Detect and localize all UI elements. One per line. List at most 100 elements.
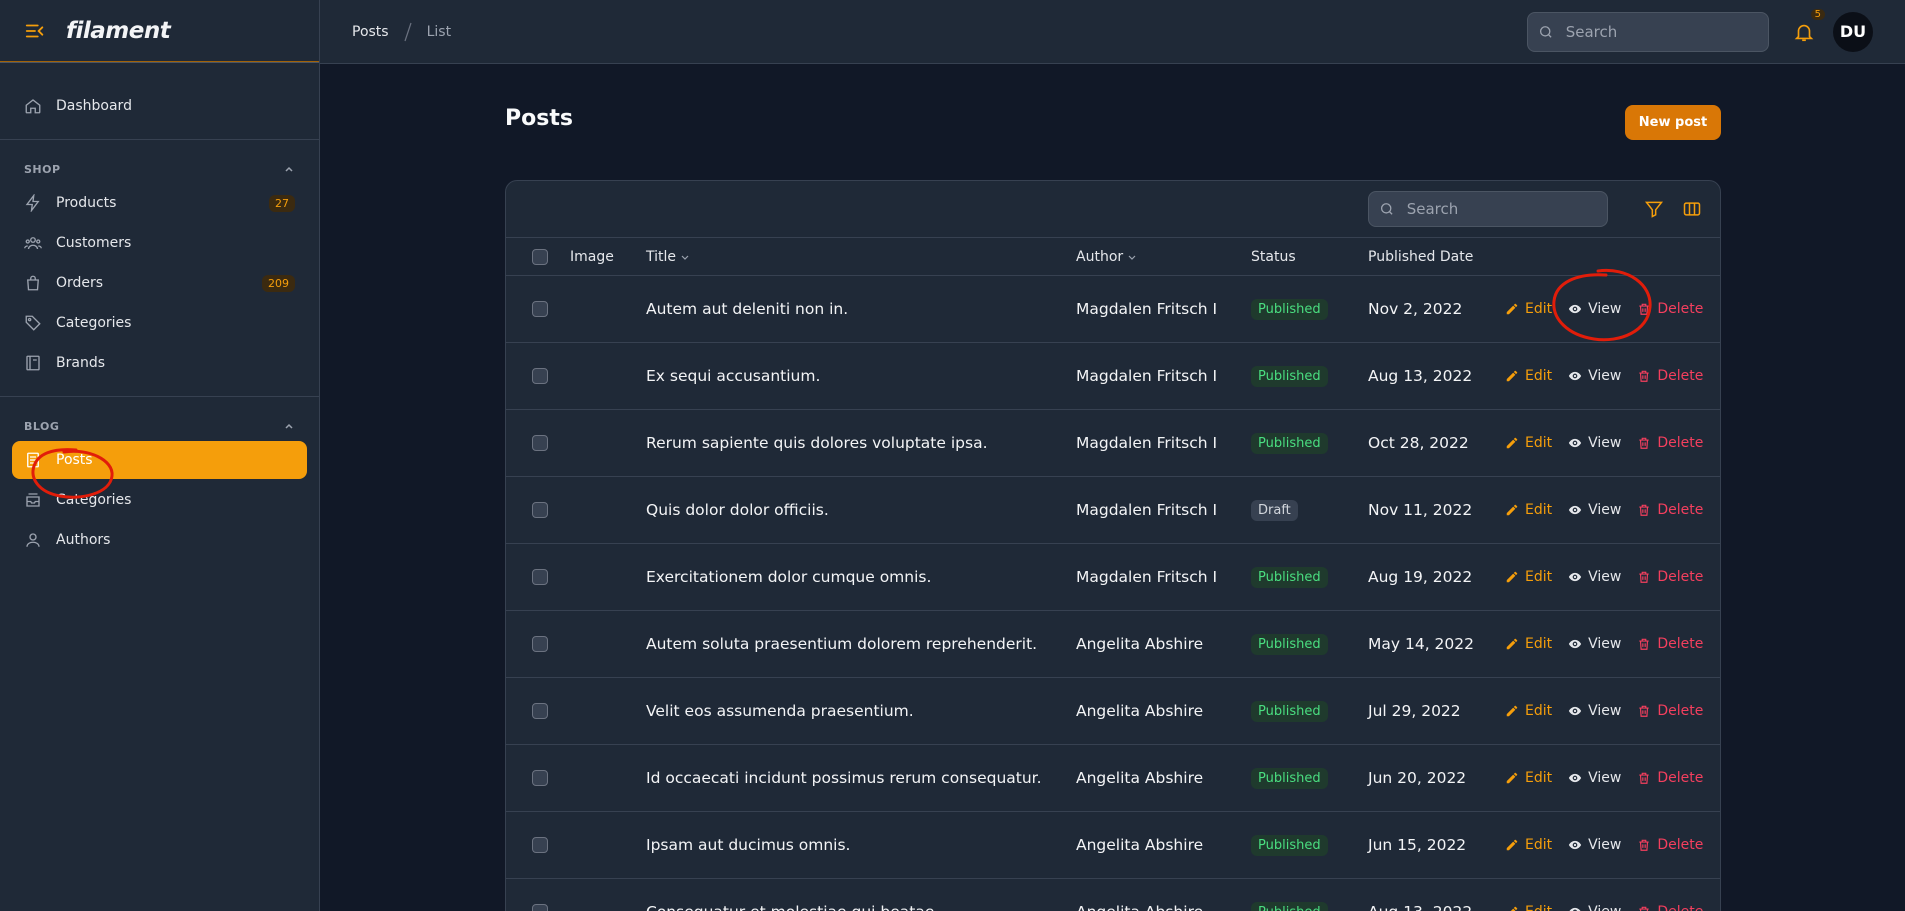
topbar: Posts List 5 DU — [320, 0, 1905, 64]
row-checkbox[interactable] — [532, 837, 548, 853]
chevron-up-icon — [285, 166, 293, 172]
edit-button[interactable]: Edit — [1505, 703, 1552, 719]
sidebar-item-shop-categories[interactable]: Categories — [12, 304, 307, 342]
table-header: Image Title Author Status Published Date — [506, 238, 1720, 276]
delete-button[interactable]: Delete — [1637, 904, 1703, 911]
table-body: Autem aut deleniti non in. Magdalen Frit… — [506, 276, 1720, 911]
row-checkbox[interactable] — [532, 301, 548, 317]
delete-button[interactable]: Delete — [1637, 301, 1703, 317]
columns-icon[interactable] — [1682, 199, 1702, 219]
row-author: Angelita Abshire — [1076, 903, 1251, 911]
row-checkbox[interactable] — [532, 569, 548, 585]
row-checkbox[interactable] — [532, 435, 548, 451]
table-row[interactable]: Quis dolor dolor officiis. Magdalen Frit… — [506, 477, 1720, 544]
view-button[interactable]: View — [1568, 569, 1621, 585]
sidebar-item-brands[interactable]: Brands — [12, 344, 307, 382]
view-label: View — [1588, 904, 1621, 911]
edit-button[interactable]: Edit — [1505, 636, 1552, 652]
edit-button[interactable]: Edit — [1505, 368, 1552, 384]
row-title: Autem aut deleniti non in. — [646, 300, 849, 318]
table-row[interactable]: Id occaecati incidunt possimus rerum con… — [506, 745, 1720, 812]
delete-button[interactable]: Delete — [1637, 837, 1703, 853]
sidebar-item-dashboard[interactable]: Dashboard — [12, 87, 307, 125]
view-button[interactable]: View — [1568, 904, 1621, 911]
table-row[interactable]: Autem soluta praesentium dolorem reprehe… — [506, 611, 1720, 678]
table-row[interactable]: Ex sequi accusantium. Magdalen Fritsch I… — [506, 343, 1720, 410]
view-label: View — [1588, 703, 1622, 719]
delete-label: Delete — [1657, 502, 1704, 518]
collapse-sidebar-icon[interactable] — [24, 20, 46, 42]
table-row[interactable]: Autem aut deleniti non in. Magdalen Frit… — [506, 276, 1720, 343]
edit-button[interactable]: Edit — [1505, 569, 1552, 585]
pencil-icon — [1506, 437, 1518, 449]
pencil-icon — [1506, 839, 1518, 851]
app-logo[interactable]: filament — [66, 18, 171, 44]
view-button[interactable]: View — [1568, 368, 1621, 384]
pencil-icon — [1506, 705, 1518, 717]
view-button[interactable]: View — [1568, 770, 1621, 786]
row-author: Magdalen Fritsch I — [1076, 300, 1218, 318]
table-search[interactable] — [1368, 191, 1608, 227]
view-label: View — [1588, 435, 1622, 451]
eye-icon — [1569, 706, 1582, 716]
sidebar-item-customers[interactable]: Customers — [12, 224, 307, 262]
status-badge: Published — [1251, 432, 1328, 454]
view-button[interactable]: View — [1568, 703, 1621, 719]
row-author: Angelita Abshire — [1076, 836, 1204, 854]
row-checkbox[interactable] — [532, 368, 548, 384]
view-button[interactable]: View — [1568, 502, 1621, 518]
sidebar-item-posts[interactable]: Posts — [12, 441, 307, 479]
sidebar-item-orders[interactable]: Orders 209 — [12, 264, 307, 302]
delete-button[interactable]: Delete — [1637, 770, 1703, 786]
group-blog[interactable]: BLOG — [12, 411, 307, 441]
notification-count: 5 — [1810, 8, 1825, 20]
delete-button[interactable]: Delete — [1637, 502, 1703, 518]
edit-button[interactable]: Edit — [1505, 770, 1552, 786]
view-button[interactable]: View — [1568, 837, 1621, 853]
sidebar-item-authors[interactable]: Authors — [12, 521, 307, 559]
sidebar-item-blog-categories[interactable]: Categories — [12, 481, 307, 519]
table-row[interactable]: Consequatur et molestiae qui beatae. Ang… — [506, 879, 1720, 911]
column-author[interactable]: Author — [1076, 249, 1251, 265]
delete-button[interactable]: Delete — [1637, 569, 1703, 585]
user-avatar[interactable]: DU — [1833, 11, 1873, 52]
group-shop[interactable]: SHOP — [12, 154, 307, 184]
row-checkbox[interactable] — [532, 703, 548, 719]
select-all-checkbox[interactable] — [532, 248, 548, 265]
filter-icon[interactable] — [1644, 199, 1664, 219]
delete-button[interactable]: Delete — [1637, 636, 1703, 652]
table-row[interactable]: Velit eos assumenda praesentium. Angelit… — [506, 678, 1720, 745]
column-title[interactable]: Title — [646, 249, 1076, 265]
view-label: View — [1588, 502, 1622, 518]
global-search-input[interactable] — [1565, 22, 1758, 41]
edit-label: Edit — [1525, 904, 1552, 911]
table-row[interactable]: Rerum sapiente quis dolores voluptate ip… — [506, 410, 1720, 477]
edit-button[interactable]: Edit — [1505, 301, 1552, 317]
table-row[interactable]: Exercitationem dolor cumque omnis. Magda… — [506, 544, 1720, 611]
table-row[interactable]: Ipsam aut ducimus omnis. Angelita Abshir… — [506, 812, 1720, 879]
view-button[interactable]: View — [1568, 435, 1621, 451]
row-checkbox[interactable] — [532, 904, 548, 911]
row-checkbox[interactable] — [532, 636, 548, 652]
breadcrumb-posts[interactable]: Posts — [352, 24, 389, 40]
row-published-date: Jun 15, 2022 — [1368, 836, 1467, 854]
edit-button[interactable]: Edit — [1505, 904, 1552, 911]
delete-button[interactable]: Delete — [1637, 435, 1703, 451]
edit-button[interactable]: Edit — [1505, 837, 1552, 853]
global-search[interactable] — [1527, 11, 1769, 52]
row-checkbox[interactable] — [532, 502, 548, 518]
view-button[interactable]: View — [1568, 301, 1621, 317]
row-author: Magdalen Fritsch I — [1076, 501, 1218, 519]
notifications-button[interactable]: 5 — [1793, 8, 1825, 43]
table-search-input[interactable] — [1406, 200, 1597, 218]
edit-button[interactable]: Edit — [1505, 435, 1552, 451]
row-title: Ex sequi accusantium. — [646, 367, 821, 385]
view-button[interactable]: View — [1568, 636, 1621, 652]
new-post-button[interactable]: New post — [1625, 105, 1721, 140]
delete-button[interactable]: Delete — [1637, 703, 1703, 719]
brand-bar: filament — [0, 0, 319, 63]
delete-button[interactable]: Delete — [1637, 368, 1703, 384]
sidebar-item-products[interactable]: Products 27 — [12, 184, 307, 222]
row-checkbox[interactable] — [532, 770, 548, 786]
edit-button[interactable]: Edit — [1505, 502, 1552, 518]
